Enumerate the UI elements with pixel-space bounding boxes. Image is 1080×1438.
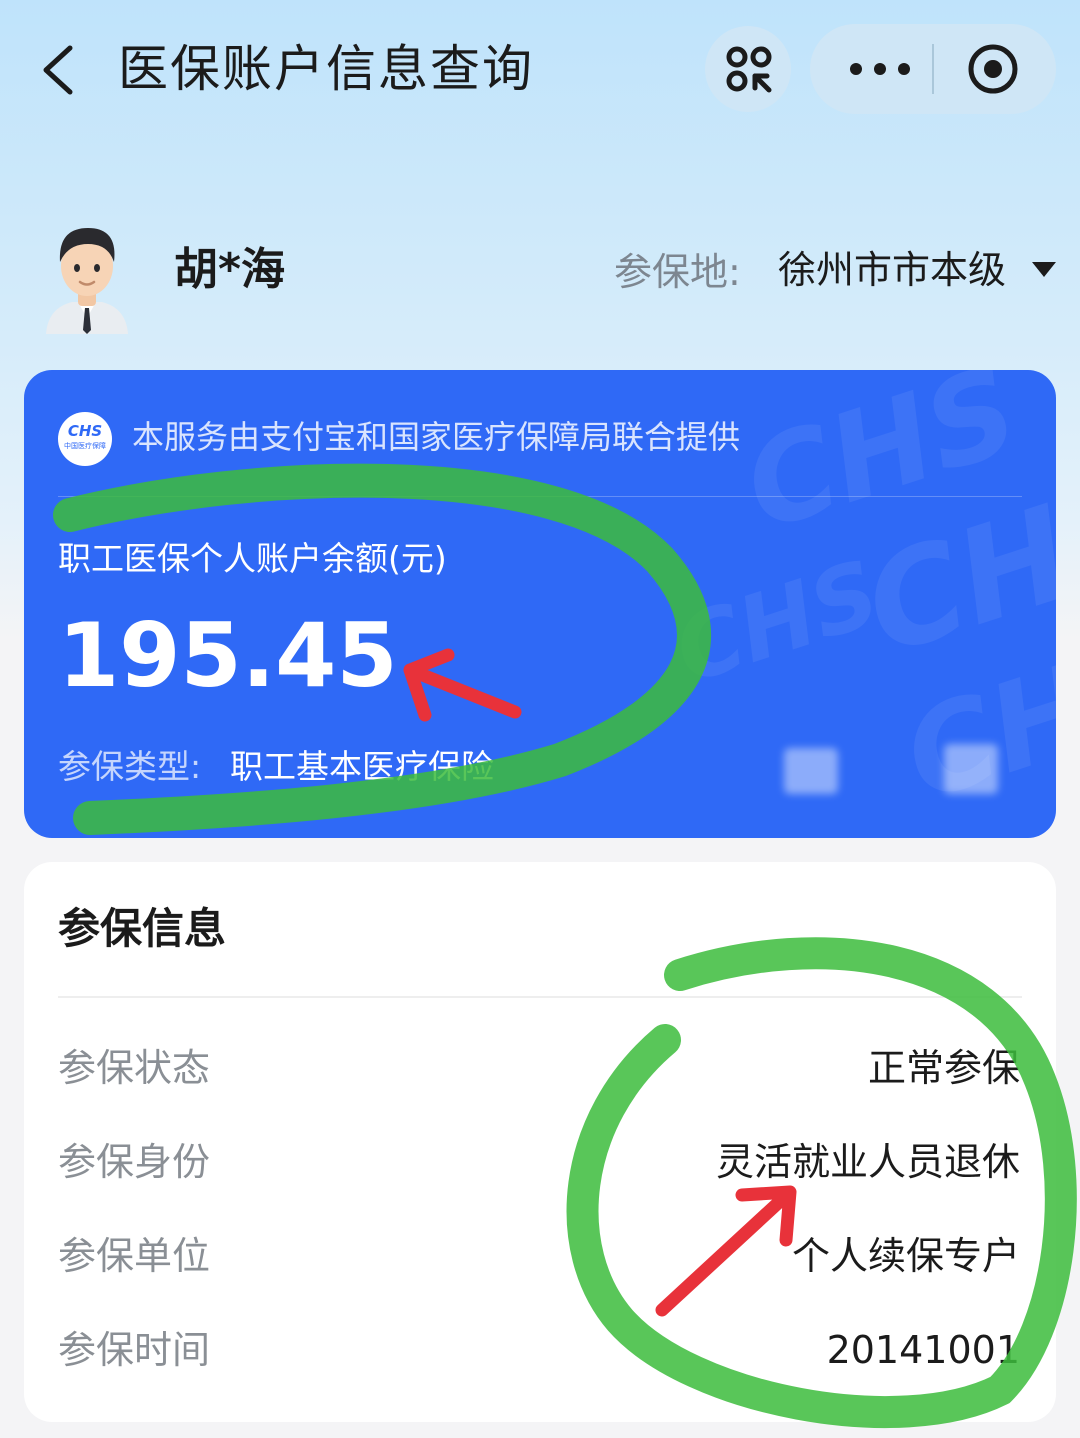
section-divider [58, 996, 1022, 998]
blurred-icon [784, 748, 838, 794]
caret-down-icon [1032, 262, 1056, 277]
watermark: CHS [662, 540, 892, 705]
capsule-divider [932, 44, 934, 94]
insurance-type-value: 职工基本医疗保险 [230, 747, 494, 786]
row-value-unit: 个人续保专户 [791, 1234, 1020, 1278]
more-button[interactable] [848, 60, 912, 78]
account-balance-card: CHS CHS CHS CHS CHS 中国医疗保障 本服务由支付宝和国家医疗保… [24, 370, 1056, 838]
row-value-identity: 灵活就业人员退休 [715, 1140, 1020, 1184]
balance-label: 职工医保个人账户余额(元) [58, 539, 447, 578]
close-button[interactable] [966, 42, 1020, 96]
location-selector[interactable]: 徐州市市本级 [778, 244, 1006, 296]
card-divider [58, 496, 1022, 497]
row-value-status: 正常参保 [867, 1046, 1020, 1090]
back-button[interactable] [38, 42, 88, 98]
insurance-type-label: 参保类型: [58, 747, 202, 786]
chs-logo: CHS 中国医疗保障 [58, 412, 112, 466]
avatar [42, 222, 132, 334]
chevron-left-icon [43, 45, 73, 95]
scan-icon [726, 46, 772, 93]
row-label-unit: 参保单位 [58, 1234, 211, 1278]
user-name: 胡*海 [174, 244, 286, 295]
row-value-date: 20141001 [826, 1328, 1020, 1372]
more-icon [850, 63, 910, 75]
blurred-icon [944, 744, 998, 794]
logo-subtext: 中国医疗保障 [64, 442, 106, 450]
row-label-identity: 参保身份 [58, 1140, 211, 1184]
row-label-status: 参保状态 [58, 1046, 211, 1090]
location-dropdown[interactable] [1032, 262, 1056, 278]
row-label-date: 参保时间 [58, 1328, 211, 1372]
section-title: 参保信息 [58, 904, 227, 953]
scan-button[interactable] [705, 26, 791, 112]
location-label: 参保地: [614, 250, 741, 294]
insurance-info-card: 参保信息 参保状态 正常参保 参保身份 灵活就业人员退休 参保单位 个人续保专户… [24, 862, 1056, 1422]
page-title: 医保账户信息查询 [118, 40, 534, 98]
logo-text: CHS [67, 422, 103, 440]
balance-value: 195.45 [58, 604, 398, 707]
record-icon [968, 44, 1018, 94]
provider-text: 本服务由支付宝和国家医疗保障局联合提供 [132, 418, 741, 456]
